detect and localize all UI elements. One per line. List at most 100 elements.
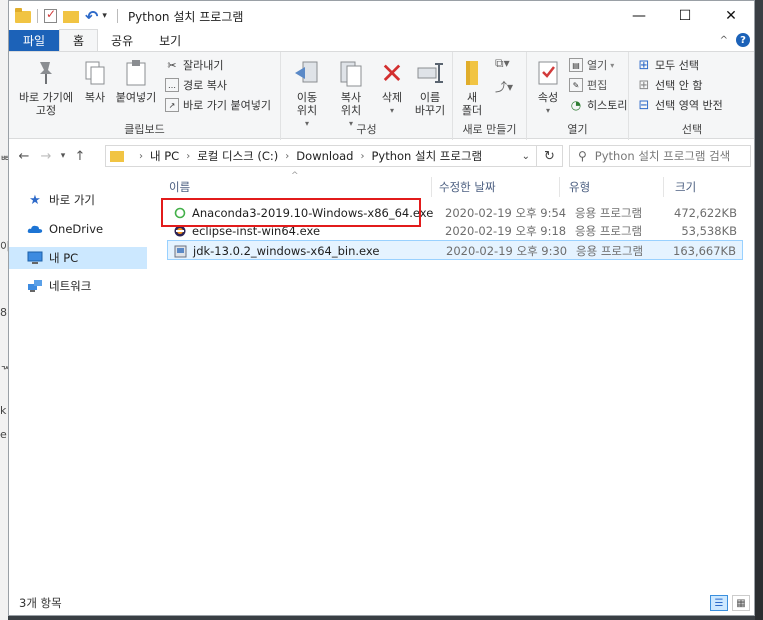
details-view-button[interactable]: ☰: [710, 595, 728, 611]
new-folder-icon[interactable]: [63, 11, 79, 23]
open-button[interactable]: ▤ 열기 ▾: [569, 56, 614, 74]
select-all-button[interactable]: ⊞ 모두 선택: [637, 56, 699, 74]
open-group-label: 열기: [567, 123, 588, 136]
status-bar: 3개 항목 ☰ ▦: [9, 591, 754, 615]
nav-item-this-pc[interactable]: 내 PC: [9, 247, 147, 269]
undo-icon[interactable]: ↶: [85, 7, 98, 26]
navigation-pane: ★ 바로 가기 OneDrive 내 PC 네트워크: [9, 173, 149, 589]
copy-to-button[interactable]: 복사 위치 ▾: [331, 58, 371, 130]
title-bar: ↶ ▾ Python 설치 프로그램 — ☐ ✕: [9, 1, 754, 31]
folder-icon: [110, 150, 124, 162]
organize-group: 이동 위치 ▾ 복사 위치 ▾ ✕ 삭제 ▾ 이름 바꾸기 구성: [281, 52, 453, 140]
breadcrumb-python-installers[interactable]: Python 설치 프로그램: [371, 148, 482, 164]
file-date: 2020-02-19 오후 9:54: [445, 206, 567, 220]
rename-button[interactable]: 이름 바꾸기: [411, 58, 449, 117]
scissors-icon: ✂: [167, 58, 177, 72]
new-item-icon[interactable]: ⧉▾: [495, 56, 510, 71]
select-all-icon: ⊞: [638, 57, 650, 73]
file-explorer-window: ↶ ▾ Python 설치 프로그램 — ☐ ✕ 파일 홈 공유 보기 ^ ?: [8, 0, 755, 616]
item-count: 3개 항목: [19, 596, 62, 610]
computer-icon: [27, 251, 43, 265]
up-button[interactable]: ↑: [69, 149, 91, 164]
file-date: 2020-02-19 오후 9:30: [446, 244, 568, 258]
select-group-label: 선택: [681, 123, 703, 136]
large-icons-view-button[interactable]: ▦: [732, 595, 750, 611]
maximize-button[interactable]: ☐: [662, 1, 708, 31]
forward-button[interactable]: →: [35, 149, 57, 164]
nav-item-network[interactable]: 네트워크: [9, 275, 147, 297]
window-title: Python 설치 프로그램: [127, 9, 244, 24]
clipboard-group: 바로 가기에 고정 복사 붙여넣기 ✂ 잘라내기 … 경로 복사 ↗ 바로 가기…: [9, 52, 281, 140]
file-size: 472,622KB: [674, 206, 737, 220]
copy-path-button[interactable]: … 경로 복사: [165, 76, 227, 94]
history-button[interactable]: ◔ 히스토리: [569, 96, 628, 114]
file-list: ^ 이름 수정한 날짜 유형 크기 Anaconda3-2019.10-Wind…: [155, 171, 753, 589]
address-dropdown-icon[interactable]: ⌄: [522, 151, 530, 162]
copy-button[interactable]: 복사: [81, 58, 109, 104]
easy-access-icon[interactable]: ⤴▾: [495, 78, 513, 95]
address-bar[interactable]: › 내 PC › 로컬 디스크 (C:) › Download › Python…: [105, 145, 537, 167]
new-group: 새 폴더 ⧉▾ ⤴▾ 새로 만들기: [453, 52, 527, 140]
ribbon-tabs: 파일 홈 공유 보기 ^ ?: [9, 29, 754, 51]
rename-icon: [415, 58, 445, 88]
properties-icon[interactable]: [44, 7, 57, 23]
tab-view[interactable]: 보기: [146, 29, 194, 51]
file-name: jdk-13.0.2_windows-x64_bin.exe: [193, 244, 380, 258]
column-header-size[interactable]: 크기: [675, 177, 696, 197]
paste-shortcut-button[interactable]: ↗ 바로 가기 붙여넣기: [165, 96, 271, 114]
properties-icon: [533, 58, 563, 88]
breadcrumb-local-disk[interactable]: 로컬 디스크 (C:): [197, 148, 278, 164]
delete-button[interactable]: ✕ 삭제 ▾: [377, 58, 407, 117]
tab-share[interactable]: 공유: [98, 29, 146, 51]
customize-toolbar-dropdown[interactable]: ▾: [102, 11, 107, 21]
move-to-button[interactable]: 이동 위치 ▾: [287, 58, 327, 130]
sort-ascending-icon: ^: [291, 171, 299, 181]
select-none-button[interactable]: ⊞ 선택 안 함: [637, 76, 703, 94]
file-type: 응용 프로그램: [575, 206, 643, 220]
breadcrumb-download[interactable]: Download: [296, 149, 353, 163]
properties-button[interactable]: 속성 ▾: [533, 58, 563, 117]
background-desktop: [755, 0, 763, 620]
file-type: 응용 프로그램: [576, 244, 644, 258]
column-header-type[interactable]: 유형: [569, 177, 590, 197]
file-row[interactable]: Anaconda3-2019.10-Windows-x86_64.exe 202…: [167, 203, 743, 223]
pin-quick-access-button[interactable]: 바로 가기에 고정: [13, 58, 79, 117]
path-icon: …: [165, 78, 179, 92]
quick-access-toolbar: ↶ ▾: [15, 1, 124, 31]
invert-selection-button[interactable]: ⊟ 선택 영역 반전: [637, 96, 723, 114]
move-to-icon: [292, 58, 322, 88]
new-group-label: 새로 만들기: [462, 123, 517, 136]
history-icon: ◔: [570, 98, 582, 112]
new-folder-button[interactable]: 새 폴더: [459, 58, 485, 117]
nav-item-quick-access[interactable]: ★ 바로 가기: [9, 189, 147, 211]
tab-file[interactable]: 파일: [9, 30, 59, 51]
tab-home[interactable]: 홈: [59, 29, 99, 51]
nav-item-onedrive[interactable]: OneDrive: [9, 218, 147, 240]
file-name: Anaconda3-2019.10-Windows-x86_64.exe: [192, 206, 434, 220]
file-row[interactable]: eclipse-inst-win64.exe 2020-02-19 오후 9:1…: [167, 221, 743, 241]
file-name: eclipse-inst-win64.exe: [192, 224, 321, 238]
recent-locations-dropdown[interactable]: ▾: [57, 151, 69, 161]
window-controls: — ☐ ✕: [616, 1, 754, 31]
help-icon[interactable]: ?: [736, 33, 750, 47]
edit-button[interactable]: ✎ 편집: [569, 76, 607, 94]
details-view-icon: ☰: [714, 597, 724, 609]
collapse-ribbon-icon[interactable]: ^: [720, 35, 728, 46]
breadcrumb-this-pc[interactable]: 내 PC: [150, 148, 179, 164]
column-header-date[interactable]: 수정한 날짜: [439, 177, 496, 197]
close-button[interactable]: ✕: [708, 1, 754, 31]
large-icons-view-icon: ▦: [736, 597, 746, 609]
pin-icon: [31, 58, 61, 88]
cut-button[interactable]: ✂ 잘라내기: [165, 56, 223, 74]
back-button[interactable]: ←: [13, 149, 35, 164]
minimize-button[interactable]: —: [616, 1, 662, 31]
ribbon: 바로 가기에 고정 복사 붙여넣기 ✂ 잘라내기 … 경로 복사 ↗ 바로 가기…: [9, 51, 754, 140]
installer-icon: [174, 245, 187, 258]
refresh-button[interactable]: ↻: [537, 145, 563, 167]
search-input[interactable]: ⚲ Python 설치 프로그램 검색: [569, 145, 751, 167]
file-row[interactable]: jdk-13.0.2_windows-x64_bin.exe 2020-02-1…: [167, 240, 743, 260]
network-icon: [27, 279, 43, 293]
paste-button[interactable]: 붙여넣기: [113, 58, 159, 104]
background-window-edge: ᄩ 이 8 ᆪ k e: [0, 0, 8, 620]
column-header-name[interactable]: 이름: [169, 177, 190, 197]
